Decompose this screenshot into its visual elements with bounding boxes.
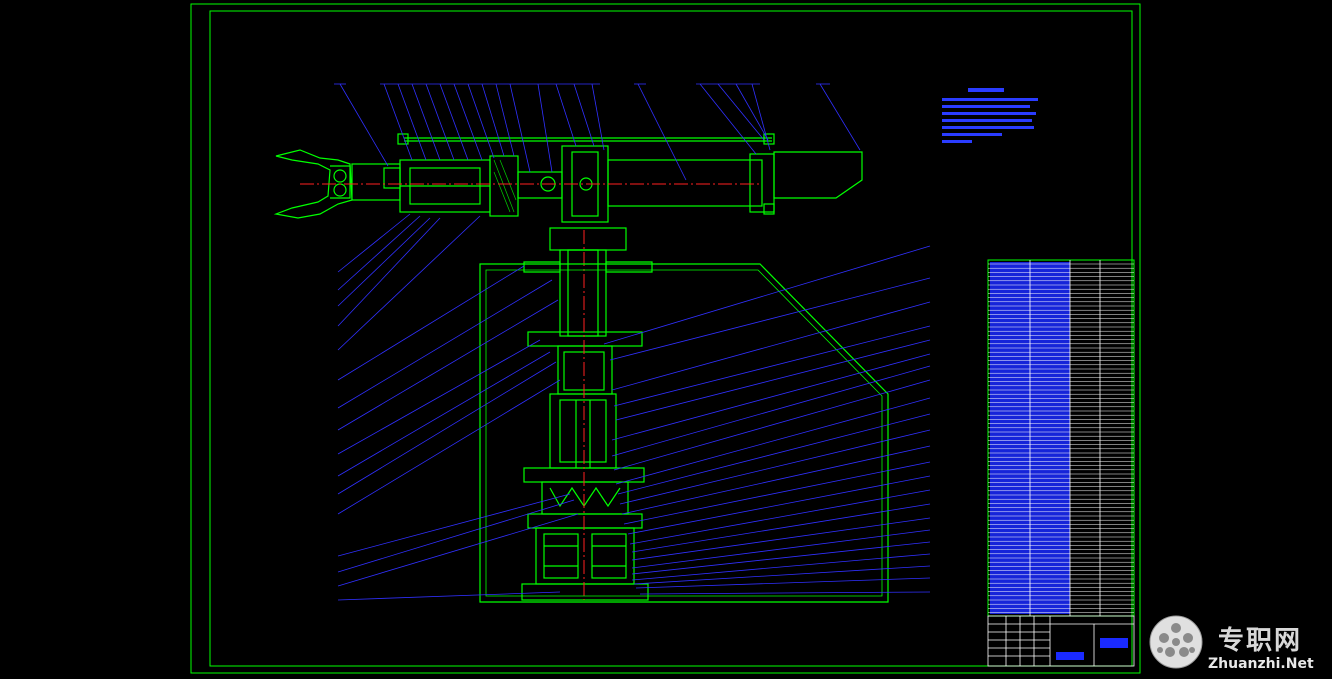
technical-notes bbox=[942, 88, 1038, 143]
title-block bbox=[987, 615, 1135, 667]
parts-list-table bbox=[987, 259, 1135, 617]
cad-drawing-canvas bbox=[190, 3, 1203, 674]
column-assembly bbox=[521, 227, 653, 601]
watermark-en-text: Zhuanzhi.Net bbox=[1208, 656, 1314, 672]
base-housing bbox=[479, 263, 889, 603]
callout-leaders-top bbox=[334, 83, 861, 181]
globe-ball-icon bbox=[1149, 615, 1203, 669]
arm-assembly bbox=[273, 133, 863, 223]
callout-leaders-right bbox=[603, 245, 931, 595]
watermark-cn-text: 专职网 bbox=[1218, 626, 1303, 656]
